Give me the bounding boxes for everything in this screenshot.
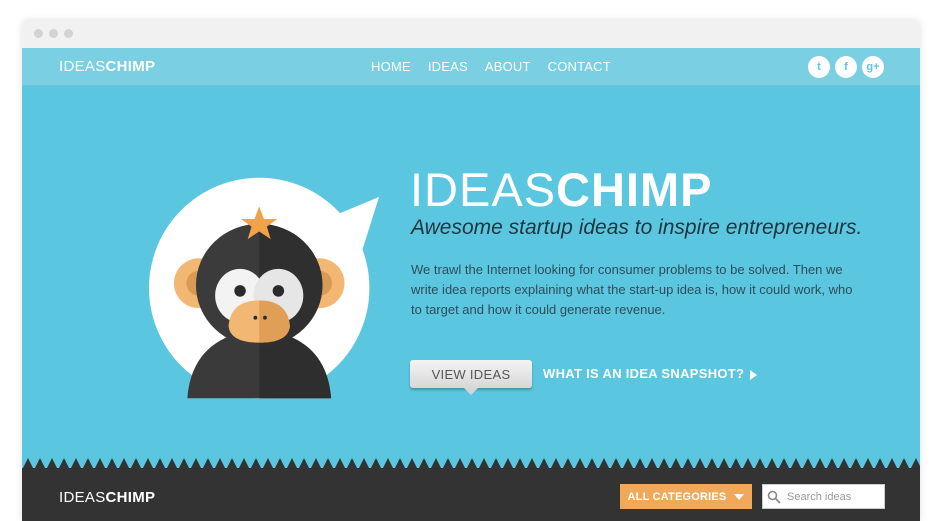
hero-section: IDEASCHIMP Awesome startup ideas to insp… xyxy=(22,86,920,468)
footer-logo-bold: CHIMP xyxy=(105,489,156,506)
search-icon xyxy=(767,490,781,504)
window-dot-maximize[interactable] xyxy=(64,29,73,38)
chevron-down-icon xyxy=(734,493,745,500)
view-ideas-button[interactable]: VIEW IDEAS xyxy=(410,360,532,395)
all-categories-label: ALL CATEGORIES xyxy=(627,490,727,503)
search-input[interactable] xyxy=(787,490,883,503)
social-links: t f g+ xyxy=(808,56,884,78)
browser-window: IDEASCHIMP HOME IDEAS ABOUT CONTACT t f … xyxy=(22,20,920,521)
facebook-icon[interactable]: f xyxy=(835,56,857,78)
window-dot-close[interactable] xyxy=(34,29,43,38)
nav-ideas[interactable]: IDEAS xyxy=(428,59,468,74)
footer-bar: IDEASCHIMP ALL CATEGORIES xyxy=(22,468,920,521)
footer-logo-thin: IDEAS xyxy=(59,489,106,506)
hero-description: We trawl the Internet looking for consum… xyxy=(411,262,853,317)
hero-title: IDEASCHIMP xyxy=(410,162,713,217)
idea-snapshot-link[interactable]: WHAT IS AN IDEA SNAPSHOT? xyxy=(543,366,758,381)
logo-text-thin: IDEAS xyxy=(59,58,106,75)
idea-snapshot-link-label: WHAT IS AN IDEA SNAPSHOT? xyxy=(543,366,745,381)
top-nav-bar: IDEASCHIMP HOME IDEAS ABOUT CONTACT t f … xyxy=(22,48,920,86)
search-box xyxy=(762,484,885,509)
footer-logo[interactable]: IDEASCHIMP xyxy=(59,489,155,506)
hero-title-bold: CHIMP xyxy=(556,163,713,216)
browser-chrome xyxy=(22,20,920,48)
twitter-icon[interactable]: t xyxy=(808,56,830,78)
main-nav: HOME IDEAS ABOUT CONTACT xyxy=(371,59,611,74)
all-categories-button[interactable]: ALL CATEGORIES xyxy=(620,484,752,509)
nav-home[interactable]: HOME xyxy=(371,59,411,74)
nav-contact[interactable]: CONTACT xyxy=(548,59,611,74)
nav-about[interactable]: ABOUT xyxy=(485,59,531,74)
chimp-mascot xyxy=(149,177,379,399)
arrow-right-icon xyxy=(750,369,758,380)
window-dot-minimize[interactable] xyxy=(49,29,58,38)
hero-title-thin: IDEAS xyxy=(410,163,557,216)
site-logo[interactable]: IDEASCHIMP xyxy=(59,58,155,75)
hero-tagline: Awesome startup ideas to inspire entrepr… xyxy=(411,216,863,239)
logo-text-bold: CHIMP xyxy=(105,58,156,75)
google-plus-icon[interactable]: g+ xyxy=(862,56,884,78)
